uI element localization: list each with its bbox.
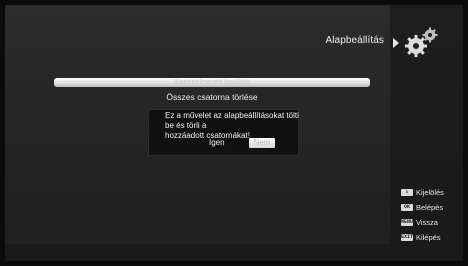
list-item-default-settings[interactable]: Alapértelmezett beállítás <box>54 79 370 84</box>
help-enter-label: Belépés <box>416 202 444 212</box>
yes-button[interactable]: Igen <box>206 138 228 148</box>
gears-icon <box>404 26 440 58</box>
dialog-message-line-2: hozzáadott csatornákat! <box>165 131 250 140</box>
help-exit-label: Kilépés <box>416 232 441 242</box>
menu-key-icon: MENU <box>401 218 414 226</box>
no-button[interactable]: Nem <box>249 138 275 148</box>
list-item-delete-all-channels[interactable]: Összes csatorna törlése <box>54 92 370 102</box>
exit-key-icon: EXIT <box>401 233 414 241</box>
menu-title: Alapbeállítás <box>325 35 384 46</box>
updown-key-icon: ⇕ <box>401 188 413 196</box>
dialog-message: Ez a művelet az alapbeállításokat tölti … <box>165 111 305 141</box>
bottom-bar <box>5 244 463 261</box>
ok-key-icon: OK <box>401 203 413 211</box>
help-back-label: Vissza <box>416 217 438 227</box>
pointer-arrow-icon <box>393 38 399 48</box>
help-enter: OK Belépés <box>401 202 443 212</box>
help-select-label: Kijelölés <box>416 187 444 197</box>
dialog-message-line-1: Ez a művelet az alapbeállításokat tölti … <box>165 111 299 130</box>
help-select: ⇕ Kijelölés <box>401 187 444 197</box>
help-back: MENU Vissza <box>401 217 438 227</box>
help-exit: EXIT Kilépés <box>401 232 441 242</box>
